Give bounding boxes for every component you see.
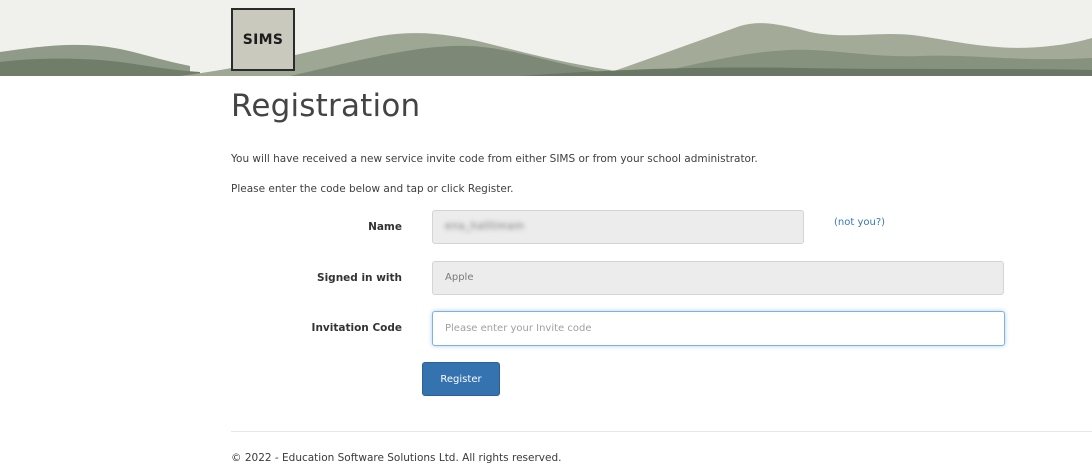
name-field: ena_halllimam	[432, 210, 804, 244]
not-you-link[interactable]: (not you?)	[834, 217, 885, 228]
footer-divider	[231, 431, 1092, 432]
invitation-code-label: Invitation Code	[311, 322, 402, 334]
name-label: Name	[368, 221, 402, 233]
header-banner: SIMS	[0, 0, 1092, 76]
sims-logo: SIMS	[231, 8, 295, 71]
register-button[interactable]: Register	[422, 362, 500, 396]
signed-in-with-label: Signed in with	[317, 272, 402, 284]
intro-text-2: Please enter the code below and tap or c…	[231, 183, 514, 195]
mountain-landscape-graphic	[0, 0, 1092, 76]
footer-copyright: © 2022 - Education Software Solutions Lt…	[231, 452, 562, 464]
page-title: Registration	[231, 88, 421, 124]
intro-text-1: You will have received a new service inv…	[231, 153, 758, 165]
logo-text: SIMS	[242, 31, 284, 48]
name-value: ena_halllimam	[445, 221, 525, 232]
invitation-code-input[interactable]	[432, 311, 1005, 346]
signed-in-with-field: Apple	[432, 261, 1004, 295]
